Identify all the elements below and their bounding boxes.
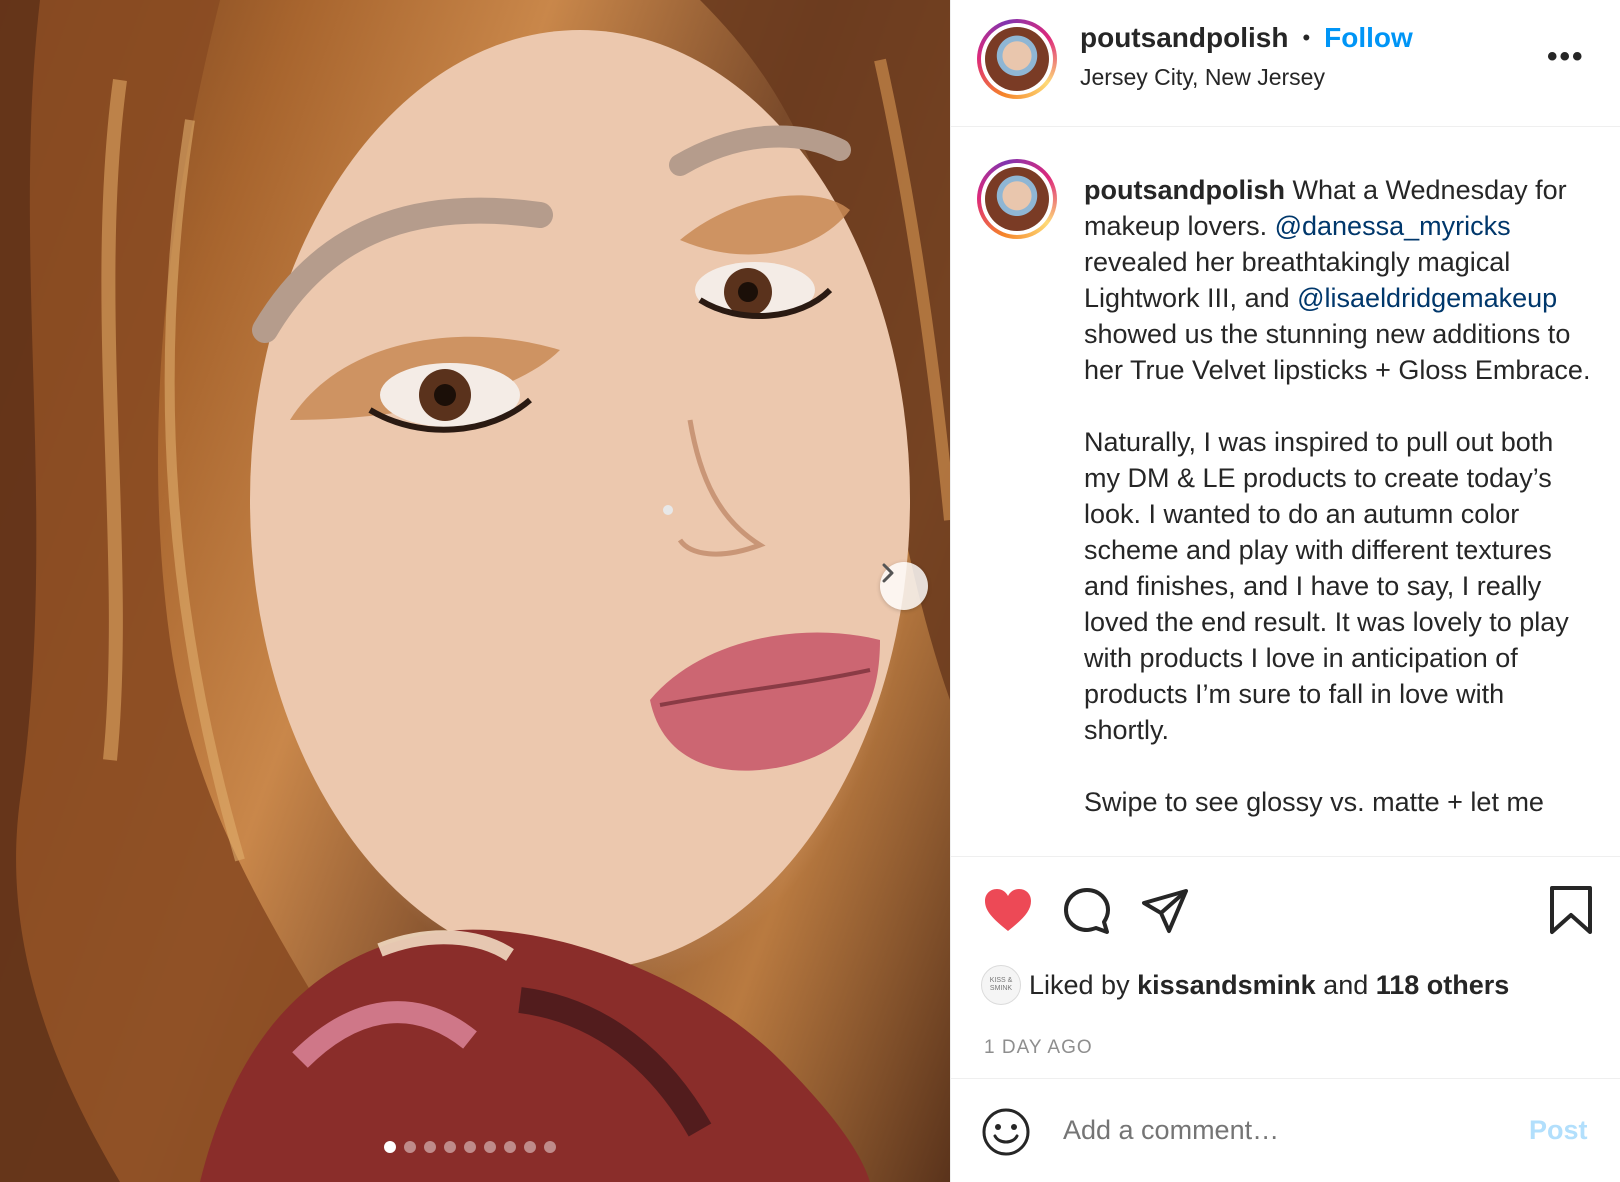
bookmark-icon	[1550, 886, 1592, 934]
carousel-dot	[504, 1141, 516, 1153]
header-separator: •	[1302, 25, 1311, 50]
comment-button[interactable]	[1063, 887, 1111, 940]
post-timestamp[interactable]: 1 DAY AGO	[984, 1037, 1093, 1059]
caption-username[interactable]: poutsandpolish	[1084, 175, 1285, 205]
carousel-dot	[404, 1141, 416, 1153]
heart-icon	[985, 889, 1031, 931]
carousel-dot	[544, 1141, 556, 1153]
like-button[interactable]	[983, 887, 1033, 938]
post-header: poutsandpolish • Follow Jersey City, New…	[951, 0, 1620, 127]
share-button[interactable]	[1141, 887, 1189, 940]
comment-input[interactable]	[1063, 1115, 1483, 1146]
mention-link[interactable]: @lisaeldridgemakeup	[1297, 283, 1557, 313]
follow-button[interactable]: Follow	[1324, 22, 1413, 54]
carousel-dot	[424, 1141, 436, 1153]
emoji-button[interactable]	[981, 1107, 1031, 1162]
caption-paragraph-3: Swipe to see glossy vs. matte + let me	[1084, 787, 1544, 817]
more-options-button[interactable]: •••	[1547, 40, 1585, 74]
likes-count-link[interactable]: 118 others	[1376, 970, 1510, 1000]
likes-middle: and	[1315, 969, 1376, 1000]
caption-scroll-area[interactable]: poutsandpolish What a Wednesday for make…	[951, 128, 1620, 856]
carousel-dot	[484, 1141, 496, 1153]
post-side-panel: poutsandpolish • Follow Jersey City, New…	[950, 0, 1620, 1182]
likes-prefix: Liked by	[1029, 969, 1138, 1000]
caption-text-segment: showed us the stunning new additions to …	[1084, 319, 1591, 385]
carousel-dot	[524, 1141, 536, 1153]
caption-author-avatar[interactable]	[977, 159, 1057, 239]
carousel-dot	[444, 1141, 456, 1153]
caption-paragraph-1: poutsandpolish What a Wednesday for make…	[1084, 172, 1594, 388]
action-bar: KISS & SMINK Liked by kissandsmink and 1…	[951, 856, 1620, 1078]
chevron-right-icon	[882, 563, 894, 583]
post-location[interactable]: Jersey City, New Jersey	[1080, 64, 1325, 91]
author-avatar[interactable]	[977, 19, 1057, 99]
photo-illustration	[0, 0, 950, 1182]
caption-paragraph-2: Naturally, I was inspired to pull out bo…	[1084, 427, 1569, 745]
liker-avatar[interactable]: KISS & SMINK	[981, 965, 1021, 1005]
comment-icon	[1064, 888, 1110, 934]
liker-username[interactable]: kissandsmink	[1137, 970, 1316, 1000]
post-comment-button[interactable]: Post	[1529, 1115, 1588, 1146]
carousel-dot	[384, 1141, 396, 1153]
author-username[interactable]: poutsandpolish	[1080, 22, 1288, 54]
likes-summary: KISS & SMINK Liked by kissandsmink and 1…	[981, 965, 1509, 1005]
mention-link[interactable]: @danessa_myricks	[1275, 211, 1511, 241]
carousel-dot	[464, 1141, 476, 1153]
next-slide-button[interactable]	[880, 562, 928, 610]
post-photo[interactable]	[0, 0, 950, 1182]
save-button[interactable]	[1549, 885, 1593, 940]
carousel-indicator	[384, 1141, 556, 1153]
smiley-icon	[982, 1108, 1030, 1156]
comment-bar: Post	[951, 1078, 1620, 1182]
share-icon	[1142, 889, 1188, 933]
caption-text: poutsandpolish What a Wednesday for make…	[1084, 172, 1594, 820]
